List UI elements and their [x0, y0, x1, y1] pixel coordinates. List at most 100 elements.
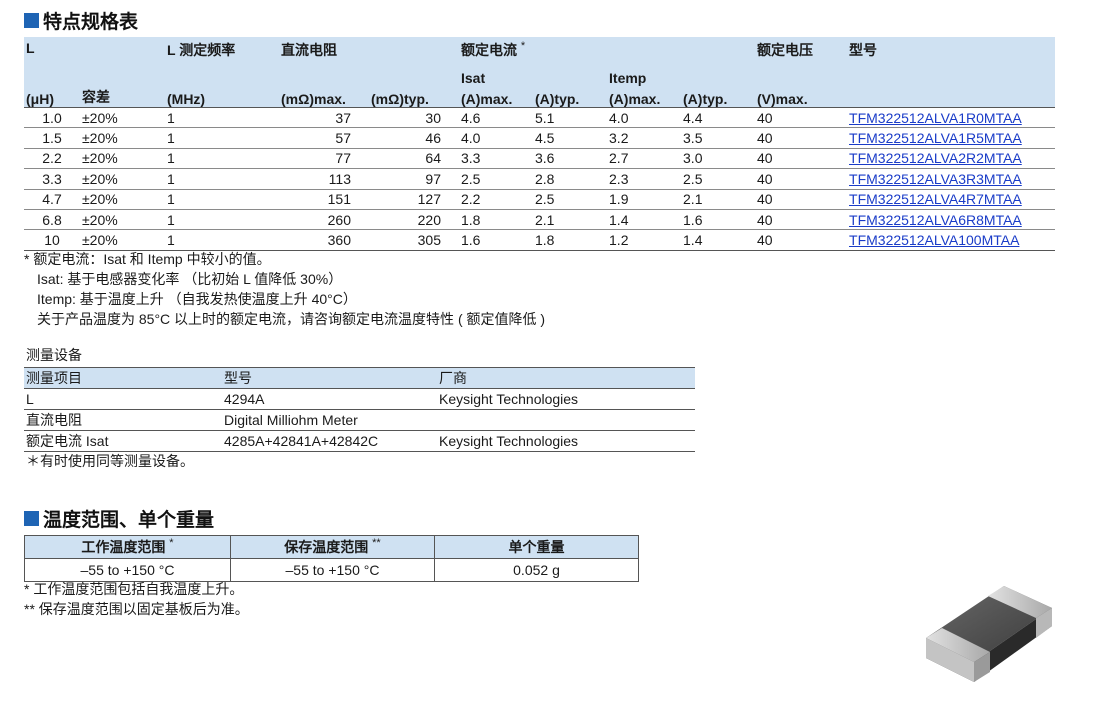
table-cell: 127	[369, 189, 459, 210]
table-cell: 4.6	[459, 107, 533, 129]
spec-notes: * 额定电流：Isat 和 Itemp 中较小的值。 Isat: 基于电感器变化…	[24, 249, 545, 329]
table-cell: 1	[165, 107, 279, 129]
table-cell: 40	[755, 107, 848, 129]
col-itemp: Itemp	[607, 64, 682, 86]
table-cell: 4.7	[24, 189, 80, 210]
table-row: 额定电流 Isat 4285A+42841A+42842C Keysight T…	[24, 430, 695, 452]
section-title-specs: 特点规格表	[24, 7, 138, 34]
table-cell: 2.1	[681, 189, 756, 210]
unit-weight-value: 0.052 g	[434, 558, 639, 582]
table-cell: 1.8	[533, 229, 608, 251]
part-number-link[interactable]: TFM322512ALVA4R7MTAA	[849, 191, 1022, 207]
section-marker-icon	[24, 13, 39, 28]
table-cell: 360	[279, 229, 369, 251]
table-cell: ±20%	[80, 127, 165, 149]
table-cell: 46	[369, 127, 459, 149]
table-cell: 1	[165, 148, 279, 170]
table-cell: 3.5	[681, 127, 756, 149]
table-cell: 2.2	[459, 189, 533, 210]
table-cell: 40	[755, 189, 848, 210]
col-meas-maker: 厂商	[437, 367, 695, 389]
note-line: * 额定电流：Isat 和 Itemp 中较小的值。	[24, 251, 271, 267]
table-cell: ±20%	[80, 148, 165, 170]
unit-isat-typ: (A)typ.	[533, 86, 608, 108]
table-row: 1.0 ±20% 1 37 30 4.6 5.1 4.0 4.4 40 TFM322512ALVA1…	[24, 107, 1056, 129]
table-row: 4.7 ±20% 1 151 127 2.2 2.5 1.9 2.1 40 TFM322512ALV…	[24, 189, 1056, 210]
table-row: L 4294A Keysight Technologies	[24, 388, 695, 410]
part-number-link[interactable]: TFM322512ALVA1R0MTAA	[849, 110, 1022, 126]
measurement-header-row: 测量项目 型号 厂商	[24, 367, 695, 389]
spec-header-row-2: Isat Itemp	[24, 64, 1056, 86]
table-cell: 30	[369, 107, 459, 129]
table-cell: 2.8	[533, 168, 608, 190]
table-cell: 40	[755, 209, 848, 231]
col-rated-voltage: 额定电压	[755, 37, 848, 64]
table-cell: 1	[165, 168, 279, 190]
table-cell: 4.4	[681, 107, 756, 129]
col-meas-item: 测量项目	[24, 367, 222, 389]
table-cell: 2.7	[607, 148, 682, 170]
unit-dcr-typ: (mΩ)typ.	[369, 86, 459, 108]
spec-table: L L 测定频率 直流电阻 额定电流 * 额定电压 型号 Isat Itemp …	[24, 37, 1056, 251]
table-cell: ±20%	[80, 168, 165, 190]
unit-isat-max: (A)max.	[459, 86, 533, 108]
table-row: 10 ±20% 1 360 305 1.6 1.8 1.2 1.4 40 TFM322512ALVA…	[24, 229, 1056, 251]
table-cell: 4.0	[459, 127, 533, 149]
table-cell: ±20%	[80, 209, 165, 231]
unit-volt-max: (V)max.	[755, 86, 848, 108]
table-cell: 10	[24, 229, 80, 251]
col-part-no: 型号	[847, 37, 1056, 64]
note-line: Itemp: 基于温度上升 （自我发热使温度上升 40°C）	[37, 291, 357, 307]
unit-dcr-max: (mΩ)max.	[279, 86, 369, 108]
col-rated-current: 额定电流 *	[459, 37, 608, 64]
table-cell: 3.3	[24, 168, 80, 190]
part-number-link[interactable]: TFM322512ALVA2R2MTAA	[849, 150, 1022, 166]
spec-header-row-1: L L 测定频率 直流电阻 额定电流 * 额定电压 型号	[24, 37, 1056, 64]
table-cell: 2.2	[24, 148, 80, 170]
temperature-header-row: 工作温度范围 * 保存温度范围 ** 单个重量	[24, 535, 639, 559]
temperature-table: 工作温度范围 * 保存温度范围 ** 单个重量 –55 to +150 °C –…	[24, 535, 639, 582]
table-cell: 40	[755, 168, 848, 190]
table-cell: 40	[755, 127, 848, 149]
table-cell: 4.5	[533, 127, 608, 149]
table-cell: 4.0	[607, 107, 682, 129]
table-row: 6.8 ±20% 1 260 220 1.8 2.1 1.4 1.6 40 TFM322512ALV…	[24, 209, 1056, 231]
measurement-caption: 测量设备	[26, 347, 82, 363]
col-isat: Isat	[459, 64, 533, 86]
col-meas-model: 型号	[222, 367, 437, 389]
table-cell: 1.9	[607, 189, 682, 210]
table-cell: 57	[279, 127, 369, 149]
table-cell: 1.6	[459, 229, 533, 251]
table-cell: 113	[279, 168, 369, 190]
table-row: 3.3 ±20% 1 113 97 2.5 2.8 2.3 2.5 40 TFM322512ALVA…	[24, 168, 1056, 190]
table-cell: 37	[279, 107, 369, 129]
part-number-link[interactable]: TFM322512ALVA6R8MTAA	[849, 212, 1022, 228]
col-operating-temp: 工作温度范围 *	[24, 535, 231, 559]
unit-itemp-typ: (A)typ.	[681, 86, 756, 108]
col-unit-weight: 单个重量	[434, 535, 639, 559]
part-number-link[interactable]: TFM322512ALVA1R5MTAA	[849, 130, 1022, 146]
table-cell: 1.4	[607, 209, 682, 231]
table-cell: 2.5	[533, 189, 608, 210]
table-cell: 1.6	[681, 209, 756, 231]
table-cell: 151	[279, 189, 369, 210]
table-cell: 1	[165, 189, 279, 210]
note-line: ** 保存温度范围以固定基板后为准。	[24, 601, 249, 617]
table-cell: 3.2	[607, 127, 682, 149]
note-line: * 工作温度范围包括自我温度上升。	[24, 581, 244, 597]
part-number-link[interactable]: TFM322512ALVA3R3MTAA	[849, 171, 1022, 187]
inductor-chip-image	[926, 586, 1052, 682]
section-title-text: 温度范围、单个重量	[43, 510, 215, 531]
table-cell: 6.8	[24, 209, 80, 231]
part-number-link[interactable]: TFM322512ALVA100MTAA	[849, 232, 1019, 248]
measurement-table: 测量项目 型号 厂商 L 4294A Keysight Technologies…	[24, 367, 695, 452]
table-cell: ±20%	[80, 107, 165, 129]
table-cell: 64	[369, 148, 459, 170]
unit-mhz: (MHz)	[165, 86, 279, 108]
measurement-note: ＊有时使用同等测量设备。	[26, 453, 194, 469]
table-cell: 1.4	[681, 229, 756, 251]
table-cell: 2.1	[533, 209, 608, 231]
temperature-notes: * 工作温度范围包括自我温度上升。 ** 保存温度范围以固定基板后为准。	[24, 579, 249, 619]
note-line: Isat: 基于电感器变化率 （比初始 L 值降低 30%）	[37, 271, 343, 287]
table-cell: 260	[279, 209, 369, 231]
